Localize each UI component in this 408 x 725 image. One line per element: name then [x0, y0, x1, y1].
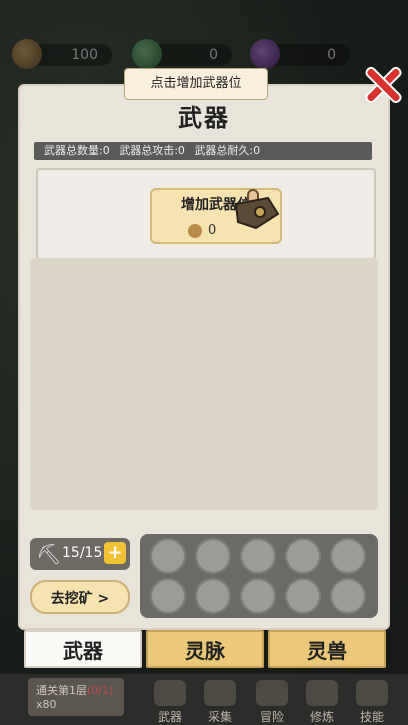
nav-gather-label: 采集 — [207, 710, 232, 724]
panel-title: 武器 — [178, 104, 230, 132]
add-pickaxe-button[interactable]: + — [104, 542, 126, 564]
weapon-slots-area: 增加武器位 0 — [36, 168, 376, 260]
ore-slot[interactable] — [150, 578, 186, 614]
ore-slot[interactable] — [330, 538, 366, 574]
weapon-durability: 武器总耐久:0 — [194, 144, 261, 157]
ore-slot[interactable] — [150, 538, 186, 574]
ore-slot[interactable] — [285, 538, 321, 574]
hint-tooltip: 点击增加武器位 — [124, 68, 268, 100]
close-button[interactable] — [364, 64, 401, 104]
level-label-line: 通关第1层(0/1) — [36, 682, 113, 698]
weapon-count: 武器总数量:0 — [44, 144, 110, 157]
tab-spirit-beasts[interactable]: 灵兽 — [268, 630, 386, 668]
cultivate-icon — [306, 680, 338, 706]
nav-adventure[interactable]: 冒险 — [252, 680, 292, 724]
level-progress-box[interactable]: 通关第1层(0/1) x80 — [28, 678, 124, 716]
adventure-icon — [256, 680, 288, 706]
go-mining-button[interactable]: 去挖矿 > — [30, 580, 130, 614]
ore-slot[interactable] — [330, 578, 366, 614]
ore-slot[interactable] — [195, 578, 231, 614]
nav-skills[interactable]: 技能 — [352, 680, 392, 724]
ore-slot[interactable] — [240, 538, 276, 574]
nav-cultivate[interactable]: 修炼 — [302, 680, 342, 724]
pickaxe-counter: ⛏ 15/15 + — [30, 538, 130, 570]
nav-cultivate-label: 修炼 — [309, 710, 334, 724]
pointer-hand-icon — [234, 189, 280, 230]
ore-slot[interactable] — [195, 538, 231, 574]
pickaxe-value: 15/15 — [62, 545, 103, 561]
level-progress: (0/1) — [87, 684, 114, 697]
panel-tabs: 武器 灵脉 灵兽 — [24, 630, 386, 670]
weapon-attack: 武器总攻击:0 — [119, 144, 185, 157]
ore-slot[interactable] — [240, 578, 276, 614]
level-label: 通关第1层 — [36, 684, 87, 697]
gather-icon — [204, 680, 236, 706]
nav-weapons[interactable]: 武器 — [150, 680, 190, 724]
ore-slot-grid — [140, 534, 378, 618]
pickaxe-icon: ⛏ — [36, 542, 62, 566]
nav-adventure-label: 冒险 — [259, 710, 284, 724]
coin-icon — [188, 223, 202, 238]
add-slot-cost: 0 — [188, 223, 216, 238]
skills-icon — [356, 680, 388, 706]
nav-skills-label: 技能 — [359, 710, 384, 724]
sword-icon — [154, 680, 186, 706]
add-slot-cost-value: 0 — [208, 223, 217, 238]
weapon-list-area — [30, 258, 378, 510]
tab-weapons[interactable]: 武器 — [24, 630, 142, 668]
nav-weapons-label: 武器 — [157, 710, 182, 724]
bottom-nav-bar: 通关第1层(0/1) x80 武器 采集 冒险 修炼 技能 — [0, 674, 408, 725]
weapon-stats-bar: 武器总数量:0 武器总攻击:0 武器总耐久:0 — [34, 142, 372, 160]
level-reward: x80 — [36, 698, 57, 711]
nav-gather[interactable]: 采集 — [200, 680, 240, 724]
tab-spirit-veins[interactable]: 灵脉 — [146, 630, 264, 668]
ore-slot[interactable] — [285, 578, 321, 614]
